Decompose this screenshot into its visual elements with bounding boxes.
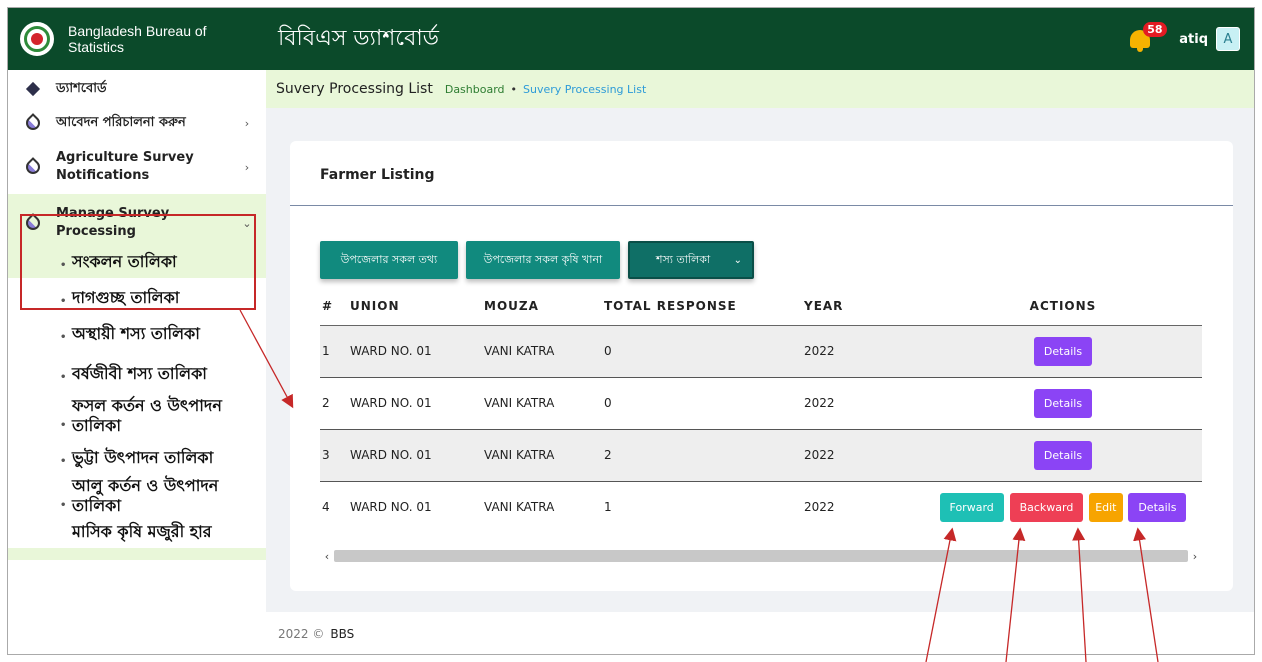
survey-table: # UNION MOUZA TOTAL RESPONSE YEAR ACTION… bbox=[320, 287, 1202, 533]
forward-button[interactable]: Forward bbox=[939, 492, 1004, 522]
scroll-right-icon[interactable]: › bbox=[1188, 550, 1202, 563]
drop-icon bbox=[23, 157, 43, 177]
edit-button[interactable]: Edit bbox=[1089, 492, 1123, 522]
sidebar-subitem-compilation-list[interactable]: • সংকলন তালিকা bbox=[8, 246, 266, 278]
sidebar-item-dashboard[interactable]: ড্যাশবোর্ড bbox=[8, 72, 266, 106]
details-button[interactable]: Details bbox=[1128, 492, 1187, 522]
drop-icon bbox=[23, 213, 43, 233]
scrollbar-thumb[interactable] bbox=[334, 550, 1188, 562]
brand-text: Bangladesh Bureau of Statistics bbox=[68, 23, 207, 55]
notification-bell-icon[interactable]: 58 bbox=[1127, 22, 1167, 52]
brand[interactable]: Bangladesh Bureau of Statistics bbox=[8, 8, 266, 70]
card-divider bbox=[290, 205, 1233, 206]
sidebar-subitem-crop-cutting-list[interactable]: • ফসল কর্তন ও উৎপাদন তালিকা bbox=[8, 388, 266, 438]
footer: 2022 © BBS bbox=[266, 612, 1254, 654]
crop-list-select-label: শস্য তালিকা bbox=[656, 252, 711, 266]
sidebar-item-label: ড্যাশবোর্ড bbox=[56, 81, 107, 96]
table-row: 1 WARD NO. 01 VANI KATRA 0 2022 Details bbox=[320, 325, 1202, 378]
sidebar-item-manage-applications[interactable]: আবেদন পরিচালনা করুন › bbox=[8, 106, 266, 140]
scroll-left-icon[interactable]: ‹ bbox=[320, 550, 334, 563]
details-button[interactable]: Details bbox=[1033, 440, 1093, 470]
upazila-all-info-button[interactable]: উপজেলার সকল তথ্য bbox=[320, 241, 458, 279]
footer-year: 2022 © bbox=[278, 627, 325, 641]
sidebar-item-label: Manage Survey Processing bbox=[56, 206, 170, 239]
sidebar-item-label: আবেদন পরিচালনা করুন bbox=[56, 115, 186, 130]
sidebar-subitem-potato-cutting-list[interactable]: • আলু কর্তন ও উৎপাদন তালিকা bbox=[8, 472, 266, 520]
sidebar-subitem-monthly-wage-rate[interactable]: •মাসিক কৃষি মজুরী হার bbox=[8, 520, 266, 548]
col-header-union: UNION bbox=[350, 287, 484, 326]
breadcrumb-home-link[interactable]: Dashboard bbox=[445, 83, 505, 96]
details-button[interactable]: Details bbox=[1033, 336, 1093, 366]
page-header-title: বিবিএস ড্যাশবোর্ড bbox=[278, 25, 439, 51]
card-toolbar: উপজেলার সকল তথ্য উপজেলার সকল কৃষি খানা শ… bbox=[320, 241, 754, 279]
table-row: 2 WARD NO. 01 VANI KATRA 0 2022 Details bbox=[320, 377, 1202, 430]
horizontal-scrollbar[interactable]: ‹ › bbox=[320, 549, 1202, 563]
drop-icon bbox=[23, 113, 43, 133]
avatar[interactable]: A bbox=[1216, 27, 1240, 51]
sidebar-subitem-perennial-crop-list[interactable]: • বর্ষজীবী শস্য তালিকা bbox=[8, 352, 266, 388]
chevron-down-icon: ⌄ bbox=[242, 216, 252, 230]
bbs-logo bbox=[20, 22, 54, 56]
crop-list-select[interactable]: শস্য তালিকা ⌄ bbox=[628, 241, 754, 279]
col-header-total-response: TOTAL RESPONSE bbox=[604, 287, 804, 326]
app-window: Bangladesh Bureau of Statistics ড্যাশবোর… bbox=[7, 7, 1255, 655]
username[interactable]: atiq bbox=[1179, 32, 1208, 47]
upazila-all-households-button[interactable]: উপজেলার সকল কৃষি খানা bbox=[466, 241, 620, 279]
sidebar-subitem-maize-production-list[interactable]: • ভুট্টা উৎপাদন তালিকা bbox=[8, 438, 266, 472]
sidebar-menu: ড্যাশবোর্ড আবেদন পরিচালনা করুন › Agricul… bbox=[8, 70, 266, 560]
table-header-row: # UNION MOUZA TOTAL RESPONSE YEAR ACTION… bbox=[320, 287, 1202, 326]
diamond-icon bbox=[24, 80, 42, 98]
chevron-right-icon: › bbox=[244, 160, 250, 174]
chevron-down-icon: ⌄ bbox=[733, 254, 742, 266]
sidebar-item-manage-survey-processing[interactable]: Manage Survey Processing ⌄ bbox=[8, 194, 266, 246]
breadcrumb-separator: • bbox=[510, 82, 518, 96]
card-title: Farmer Listing bbox=[320, 167, 435, 183]
col-header-number: # bbox=[320, 287, 350, 326]
breadcrumb-current: Suvery Processing List bbox=[523, 82, 647, 96]
sidebar-item-agriculture-notifications[interactable]: Agriculture Survey Notifications › bbox=[8, 140, 266, 194]
sidebar-subitem-plot-cluster-list[interactable]: • দাগগুচ্ছ তালিকা bbox=[8, 278, 266, 314]
notification-badge: 58 bbox=[1143, 22, 1167, 37]
chevron-right-icon: › bbox=[244, 116, 250, 130]
sidebar: Bangladesh Bureau of Statistics ড্যাশবোর… bbox=[8, 8, 266, 654]
col-header-year: YEAR bbox=[804, 287, 924, 326]
sidebar-item-label: Agriculture Survey Notifications bbox=[56, 150, 194, 183]
table-row: 3 WARD NO. 01 VANI KATRA 2 2022 Details bbox=[320, 429, 1202, 482]
footer-brand: BBS bbox=[330, 627, 355, 641]
backward-button[interactable]: Backward bbox=[1009, 492, 1084, 522]
details-button[interactable]: Details bbox=[1033, 388, 1093, 418]
top-bar: বিবিএস ড্যাশবোর্ড 58 atiq A bbox=[266, 8, 1254, 70]
page-title: Suvery Processing List bbox=[276, 81, 433, 97]
sidebar-active-group: Manage Survey Processing ⌄ • সংকলন তালিকা bbox=[8, 194, 266, 278]
col-header-actions: ACTIONS bbox=[924, 287, 1202, 326]
breadcrumb: Suvery Processing List Dashboard • Suver… bbox=[266, 70, 1254, 108]
sidebar-scroll-indicator bbox=[8, 548, 266, 560]
sidebar-subitem-temporary-crop-list[interactable]: • অস্থায়ী শস্য তালিকা bbox=[8, 314, 266, 352]
farmer-listing-card: Farmer Listing উপজেলার সকল তথ্য উপজেলার … bbox=[290, 141, 1233, 591]
table-row: 4 WARD NO. 01 VANI KATRA 1 2022 Forward … bbox=[320, 481, 1202, 533]
col-header-mouza: MOUZA bbox=[484, 287, 604, 326]
